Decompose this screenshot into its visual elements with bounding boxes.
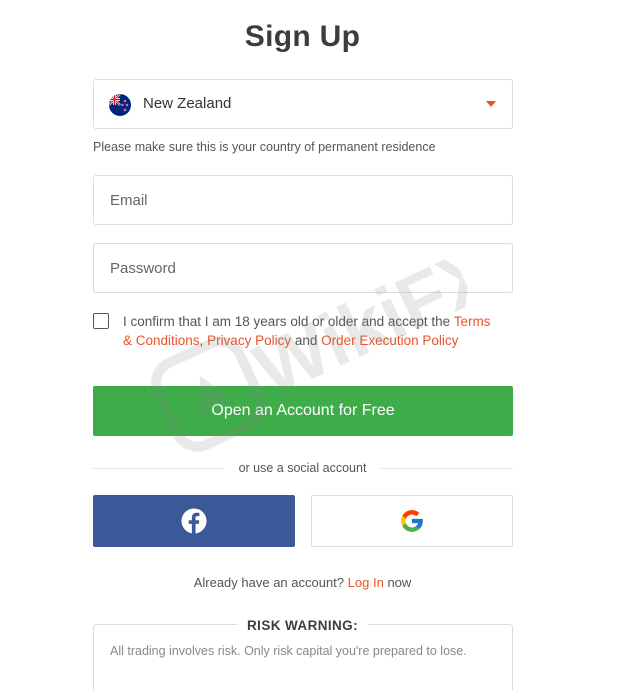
- country-hint: Please make sure this is your country of…: [93, 140, 436, 154]
- login-prompt: Already have an account? Log In now: [0, 575, 605, 590]
- consent-checkbox[interactable]: [93, 313, 109, 329]
- new-zealand-flag-icon: [109, 94, 131, 116]
- country-name: New Zealand: [143, 95, 232, 112]
- login-link[interactable]: Log In: [348, 575, 384, 590]
- facebook-button[interactable]: [93, 495, 295, 547]
- country-select[interactable]: New Zealand: [93, 79, 513, 129]
- google-icon: [401, 510, 423, 532]
- execution-policy-link[interactable]: Order Execution Policy: [321, 333, 458, 348]
- consent-prefix: I confirm that I am 18 years old or olde…: [123, 314, 451, 329]
- consent-text: I confirm that I am 18 years old or olde…: [123, 312, 503, 350]
- google-button[interactable]: [311, 495, 513, 547]
- password-input[interactable]: [94, 244, 512, 292]
- risk-warning-text: All trading involves risk. Only risk cap…: [110, 644, 467, 658]
- risk-warning-title-wrapper: RISK WARNING:: [0, 617, 605, 635]
- email-field-wrapper: [93, 175, 513, 225]
- password-field-wrapper: [93, 243, 513, 293]
- login-suffix: now: [387, 575, 412, 590]
- privacy-link[interactable]: Privacy Policy: [207, 333, 291, 348]
- open-account-button[interactable]: Open an Account for Free: [93, 386, 513, 436]
- email-input[interactable]: [94, 176, 512, 224]
- risk-warning-title: RISK WARNING:: [237, 618, 368, 633]
- login-prefix: Already have an account?: [193, 575, 345, 590]
- facebook-icon: [181, 508, 207, 534]
- caret-down-icon[interactable]: [486, 101, 496, 107]
- page-title: Sign Up: [244, 20, 361, 53]
- social-divider-text: or use a social account: [238, 461, 367, 475]
- consent-and: and: [291, 333, 322, 348]
- consent-separator: ,: [199, 333, 208, 348]
